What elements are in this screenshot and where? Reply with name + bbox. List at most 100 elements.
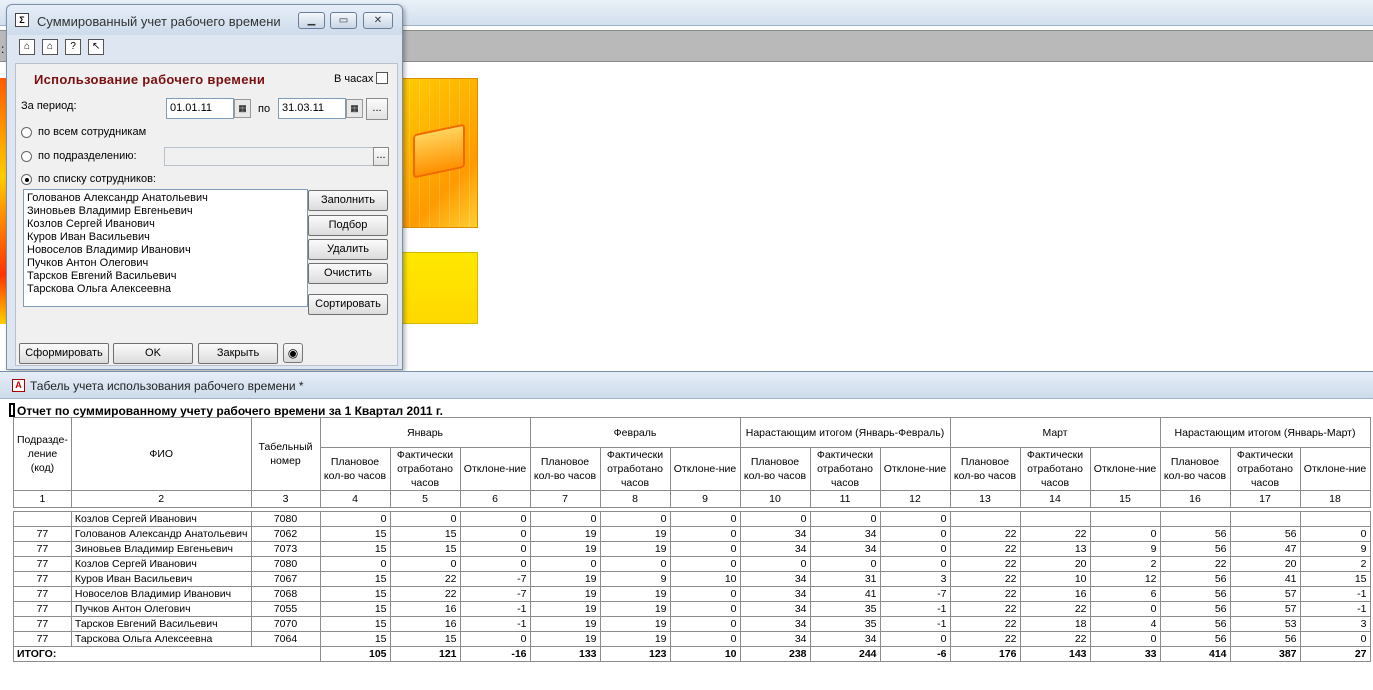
date-from-field[interactable]: 01.01.11 [166, 98, 234, 119]
minimize-button[interactable]: ▁ [298, 12, 325, 29]
tab-number-cell: 7064 [250, 631, 321, 647]
radio-all-label: по всем сотрудникам [38, 126, 147, 138]
help-icon[interactable]: ? [65, 39, 82, 55]
radio-all-employees[interactable] [21, 127, 32, 138]
table-row[interactable]: 77 Голованов Александр Анатольевич 7062 15 1… [13, 526, 1371, 542]
value-cell: 0 [879, 526, 951, 542]
hours-checkbox[interactable] [376, 72, 388, 84]
employee-list[interactable]: Голованов Александр Анатольевич Зиновьев… [23, 189, 308, 307]
column-number-cell: 8 [599, 490, 671, 508]
dialog-title-bar[interactable]: Σ Суммированный учет рабочего времени ▁ … [7, 5, 402, 35]
subheader-cell: Отклоне-ние [459, 447, 531, 491]
report-title-bar[interactable]: A Табель учета использования рабочего вр… [0, 372, 1373, 399]
total-cell: 143 [1019, 646, 1091, 662]
value-cell: 0 [669, 601, 741, 617]
division-field[interactable] [164, 147, 374, 166]
list-item[interactable]: Тарсков Евгений Васильевич [27, 270, 304, 283]
header-group-january: Январь [319, 417, 531, 448]
select-button[interactable]: Подбор [308, 215, 388, 236]
generate-button[interactable]: Сформировать [19, 343, 109, 364]
value-cell: 0 [1089, 631, 1161, 647]
value-cell [949, 511, 1021, 527]
fio-cell: Голованов Александр Анатольевич [70, 526, 252, 542]
close-dialog-button[interactable]: Закрыть [198, 343, 278, 364]
division-cell: 77 [13, 616, 72, 632]
value-cell: 15 [319, 616, 391, 632]
subheader-cell: Плановое кол-во часов [1159, 447, 1231, 491]
lock-icon[interactable]: ⌂ [42, 39, 59, 55]
value-cell: 15 [319, 631, 391, 647]
column-number-cell: 6 [459, 490, 531, 508]
value-cell: 34 [739, 586, 811, 602]
maximize-button[interactable]: ▭ [330, 12, 357, 29]
total-row: ИТОГО: 105 121 -16 133 123 10 238 244 -6 176 143 33 4… [13, 646, 1371, 662]
lock-open-icon[interactable]: ⌂ [19, 39, 35, 55]
table-row[interactable]: 77 Куров Иван Васильевич 7067 15 22 -7 19 9 10 34… [13, 571, 1371, 587]
clear-button[interactable]: Очистить [308, 263, 388, 284]
table-row[interactable]: Козлов Сергей Иванович 7080 0 0 0 0 0 0 0 0 0 [13, 511, 1371, 527]
to-label: по [258, 103, 271, 115]
value-cell: 20 [1019, 556, 1091, 572]
list-item[interactable]: Новоселов Владимир Иванович [27, 244, 304, 257]
table-row[interactable]: 77 Тарскова Ольга Алексеевна 7064 15 15 0 19 19… [13, 631, 1371, 647]
list-item[interactable]: Куров Иван Васильевич [27, 231, 304, 244]
subheader-cell: Фактически отработано часов [599, 447, 671, 491]
pointer-help-icon[interactable]: ↖ [88, 39, 105, 55]
period-select-button[interactable]: ... [366, 98, 388, 120]
table-row[interactable]: 77 Тарсков Евгений Васильевич 7070 15 16 -1 19… [13, 616, 1371, 632]
report-window: A Табель учета использования рабочего вр… [0, 371, 1373, 690]
radio-employee-list[interactable] [21, 174, 32, 185]
cell-cursor [9, 403, 15, 417]
division-cell: 77 [13, 601, 72, 617]
list-item[interactable]: Пучков Антон Олегович [27, 257, 304, 270]
subheader-cell: Фактически отработано часов [809, 447, 881, 491]
division-select-button[interactable]: ... [373, 147, 389, 166]
radio-division[interactable] [21, 151, 32, 162]
value-cell: 0 [529, 556, 601, 572]
calendar-icon[interactable]: ▦ [234, 99, 251, 118]
total-cell: 133 [529, 646, 601, 662]
list-item[interactable]: Зиновьев Владимир Евгеньевич [27, 205, 304, 218]
value-cell: 0 [669, 616, 741, 632]
total-cell: 105 [319, 646, 391, 662]
value-cell: 2 [1299, 556, 1371, 572]
value-cell: 15 [389, 631, 461, 647]
table-row[interactable]: 77 Новоселов Владимир Иванович 7068 15 22 -7 1… [13, 586, 1371, 602]
table-row[interactable]: 77 Зиновьев Владимир Евгеньевич 7073 15 15 0 1… [13, 541, 1371, 557]
column-number-cell: 3 [250, 490, 321, 508]
list-item[interactable]: Голованов Александр Анатольевич [27, 192, 304, 205]
value-cell: 2 [1089, 556, 1161, 572]
date-to-field[interactable]: 31.03.11 [278, 98, 346, 119]
delete-button[interactable]: Удалить [308, 239, 388, 260]
list-item[interactable]: Тарскова Ольга Алексеевна [27, 283, 304, 296]
fill-button[interactable]: Заполнить [308, 190, 388, 211]
globe-icon[interactable]: ◉ [283, 343, 303, 363]
value-cell: -1 [1299, 601, 1371, 617]
table-row[interactable]: 77 Козлов Сергей Иванович 7080 0 0 0 0 0 0 0 0 0 22 2… [13, 556, 1371, 572]
sort-button[interactable]: Сортировать [308, 294, 388, 315]
value-cell: 41 [809, 586, 881, 602]
division-cell: 77 [13, 541, 72, 557]
value-cell: 19 [529, 541, 601, 557]
value-cell: 56 [1159, 601, 1231, 617]
value-cell: 0 [459, 631, 531, 647]
ok-button[interactable]: OK [113, 343, 193, 364]
value-cell [1159, 511, 1231, 527]
value-cell: 0 [669, 631, 741, 647]
fio-cell: Куров Иван Васильевич [70, 571, 252, 587]
calendar-icon[interactable]: ▦ [346, 99, 363, 118]
value-cell: 0 [459, 511, 531, 527]
value-cell: 35 [809, 601, 881, 617]
value-cell: 0 [389, 556, 461, 572]
value-cell: 9 [599, 571, 671, 587]
value-cell: 0 [879, 541, 951, 557]
list-item[interactable]: Козлов Сергей Иванович [27, 218, 304, 231]
table-row[interactable]: 77 Пучков Антон Олегович 7055 15 16 -1 19 19 0 34… [13, 601, 1371, 617]
report-window-title: Табель учета использования рабочего врем… [30, 379, 304, 393]
close-button[interactable]: ✕ [363, 12, 393, 29]
value-cell: -1 [459, 601, 531, 617]
division-cell: 77 [13, 571, 72, 587]
total-label: ИТОГО: [13, 646, 321, 662]
value-cell: 34 [739, 631, 811, 647]
tab-number-cell: 7062 [250, 526, 321, 542]
